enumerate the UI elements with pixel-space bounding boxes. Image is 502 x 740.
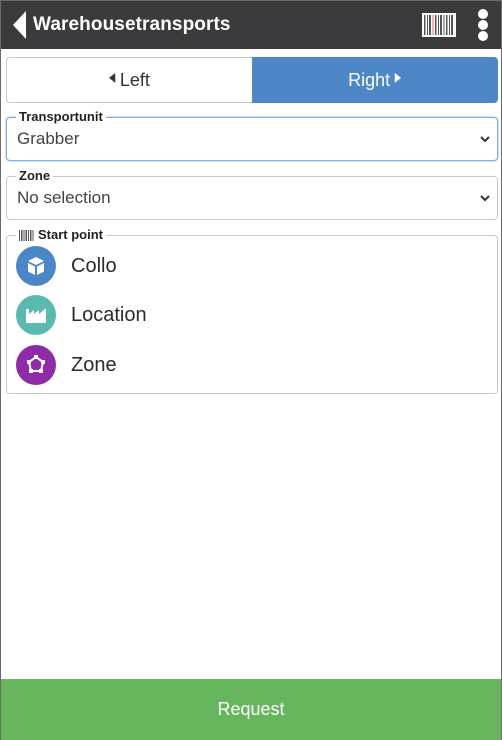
chevron-left-icon [13, 11, 26, 39]
right-button-label: Right [348, 69, 391, 90]
transportunit-value: Grabber [17, 129, 80, 148]
box-icon [28, 257, 44, 275]
more-vertical-icon [478, 9, 488, 19]
right-button[interactable]: Right 🢒 [251, 57, 498, 103]
barcode-scan-button[interactable] [421, 12, 457, 38]
direction-toggle: 🢐 Left Right 🢒 [6, 57, 498, 103]
collo-icon-circle [16, 246, 56, 286]
location-icon-circle [16, 295, 56, 335]
request-button[interactable]: Request [1, 679, 501, 740]
start-point-legend-text: Start point [38, 227, 103, 242]
arrow-left-icon: 🢐 [108, 68, 116, 89]
app-header: Warehousetransports [1, 1, 501, 49]
start-point-item-zone[interactable]: Zone [16, 343, 486, 387]
chevron-down-icon [480, 136, 490, 143]
chevron-down-icon [480, 195, 490, 202]
collo-label: Collo [71, 254, 117, 277]
left-button-label: Left [119, 69, 150, 90]
more-options-button[interactable] [475, 7, 491, 43]
start-point-legend: Start point [16, 228, 106, 242]
zone-value: No selection [17, 188, 111, 207]
factory-icon [26, 309, 46, 323]
location-label: Location [71, 303, 147, 326]
request-button-label: Request [217, 699, 285, 719]
zone-field: Zone No selection [6, 169, 498, 220]
barcode-icon [422, 13, 456, 37]
page-title: Warehousetransports [33, 14, 231, 35]
transportunit-select[interactable]: Grabber [7, 118, 497, 160]
transportunit-field: Transportunit Grabber [6, 110, 498, 161]
polygon-icon [27, 355, 45, 373]
back-button[interactable] [7, 1, 31, 49]
start-point-field: Start point Collo Location Zone [6, 228, 498, 394]
start-point-item-location[interactable]: Location [16, 293, 486, 337]
left-button[interactable]: 🢐 Left [6, 57, 252, 103]
start-point-item-collo[interactable]: Collo [16, 244, 486, 288]
zone-item-label: Zone [71, 353, 117, 376]
zone-icon-circle [16, 345, 56, 385]
barcode-icon [19, 229, 34, 241]
arrow-right-icon: 🢒 [394, 68, 402, 89]
zone-select[interactable]: No selection [7, 177, 497, 219]
